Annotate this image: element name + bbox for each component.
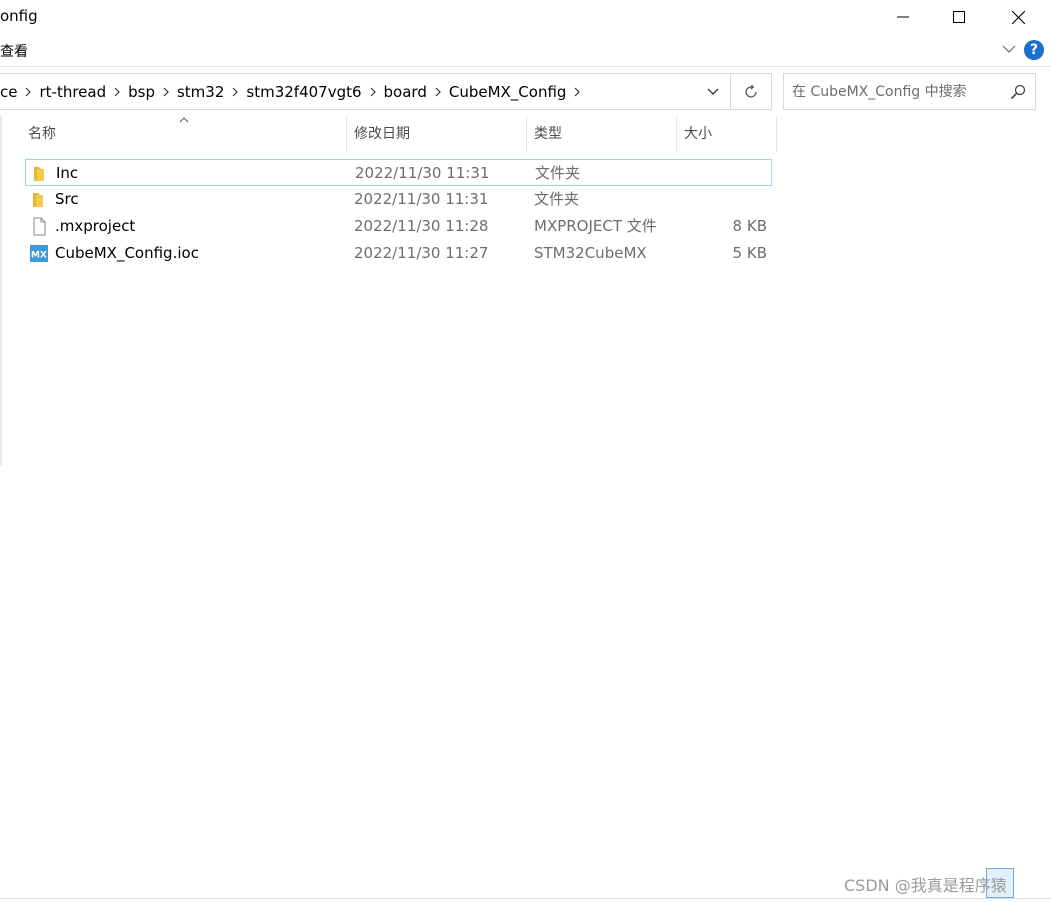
expand-ribbon-chevron-icon[interactable] xyxy=(1000,40,1018,58)
address-history-button[interactable] xyxy=(697,74,729,109)
cubemx-icon-text: MX xyxy=(31,251,47,261)
address-bar[interactable]: ce rt-thread bsp stm32 stm32f407vgt6 boa… xyxy=(0,73,731,110)
breadcrumb-item[interactable]: stm32f407vgt6 xyxy=(241,83,366,101)
breadcrumb-item[interactable]: rt-thread xyxy=(34,83,111,101)
folder-icon xyxy=(33,193,43,207)
breadcrumb: ce rt-thread bsp stm32 stm32f407vgt6 boa… xyxy=(0,74,583,109)
file-type: STM32CubeMX xyxy=(534,244,647,262)
file-row-mxproject[interactable]: .mxproject 2022/11/30 11:28 MXPROJECT 文件… xyxy=(25,213,772,240)
breadcrumb-item[interactable]: stm32 xyxy=(172,83,229,101)
chevron-right-icon[interactable] xyxy=(571,87,583,97)
maximize-button[interactable] xyxy=(930,0,988,34)
maximize-icon xyxy=(953,11,965,23)
chevron-right-icon[interactable] xyxy=(160,87,172,97)
divider xyxy=(0,66,1051,67)
chevron-right-icon[interactable] xyxy=(367,87,379,97)
refresh-icon xyxy=(745,84,757,98)
refresh-button[interactable] xyxy=(731,73,772,110)
ribbon: 查看 xyxy=(0,34,1051,66)
file-name: Inc xyxy=(56,164,79,182)
column-header-type[interactable]: 类型 xyxy=(526,116,676,152)
file-list: Inc 2022/11/30 11:31 文件夹 Src 2022/11/30 … xyxy=(25,159,772,267)
file-date: 2022/11/30 11:31 xyxy=(354,190,489,208)
folder-icon xyxy=(34,167,44,181)
chevron-down-icon xyxy=(707,88,719,95)
column-divider[interactable] xyxy=(776,116,777,152)
bottom-border xyxy=(0,898,1051,899)
close-button[interactable] xyxy=(989,0,1047,34)
chevron-right-icon[interactable] xyxy=(432,87,444,97)
title-bar: onfig xyxy=(0,0,1051,34)
file-row-inc[interactable]: Inc 2022/11/30 11:31 文件夹 xyxy=(25,159,772,186)
list-header: 名称 修改日期 类型 大小 xyxy=(20,116,780,152)
file-size: 5 KB xyxy=(732,244,767,262)
file-name: .mxproject xyxy=(55,217,136,235)
help-icon[interactable]: ? xyxy=(1024,40,1044,60)
file-type: MXPROJECT 文件 xyxy=(534,217,657,235)
file-type: 文件夹 xyxy=(534,190,580,208)
file-size: 8 KB xyxy=(732,217,767,235)
minimize-icon xyxy=(897,16,909,18)
file-name: Src xyxy=(55,190,79,208)
file-icon xyxy=(33,217,46,236)
breadcrumb-item[interactable]: bsp xyxy=(123,83,160,101)
file-name: CubeMX_Config.ioc xyxy=(55,244,199,262)
chevron-right-icon[interactable] xyxy=(22,87,34,97)
file-row-src[interactable]: Src 2022/11/30 11:31 文件夹 xyxy=(25,186,772,213)
file-date: 2022/11/30 11:28 xyxy=(354,217,489,235)
file-date: 2022/11/30 11:31 xyxy=(355,164,490,182)
breadcrumb-item-current[interactable]: CubeMX_Config xyxy=(444,83,572,101)
navigation-pane-edge xyxy=(0,116,2,466)
chevron-right-icon[interactable] xyxy=(229,87,241,97)
breadcrumb-item[interactable]: board xyxy=(379,83,432,101)
search-box[interactable] xyxy=(783,73,1036,110)
file-date: 2022/11/30 11:27 xyxy=(354,244,489,262)
watermark: CSDN @我真是程序猿 xyxy=(844,876,1007,895)
column-header-size[interactable]: 大小 xyxy=(676,116,776,152)
file-row-ioc[interactable]: MX CubeMX_Config.ioc 2022/11/30 11:27 ST… xyxy=(25,240,772,267)
ribbon-tab-view[interactable]: 查看 xyxy=(0,41,28,61)
chevron-right-icon[interactable] xyxy=(111,87,123,97)
sort-ascending-icon xyxy=(179,117,189,123)
minimize-button[interactable] xyxy=(874,0,932,34)
file-type: 文件夹 xyxy=(535,164,581,182)
search-icon[interactable] xyxy=(1010,84,1026,100)
column-header-date[interactable]: 修改日期 xyxy=(346,116,526,152)
breadcrumb-item[interactable]: ce xyxy=(0,83,22,101)
search-input[interactable] xyxy=(792,74,1002,109)
cubemx-icon: MX xyxy=(30,245,48,262)
window-title: onfig xyxy=(0,7,38,25)
close-icon xyxy=(1011,10,1025,24)
